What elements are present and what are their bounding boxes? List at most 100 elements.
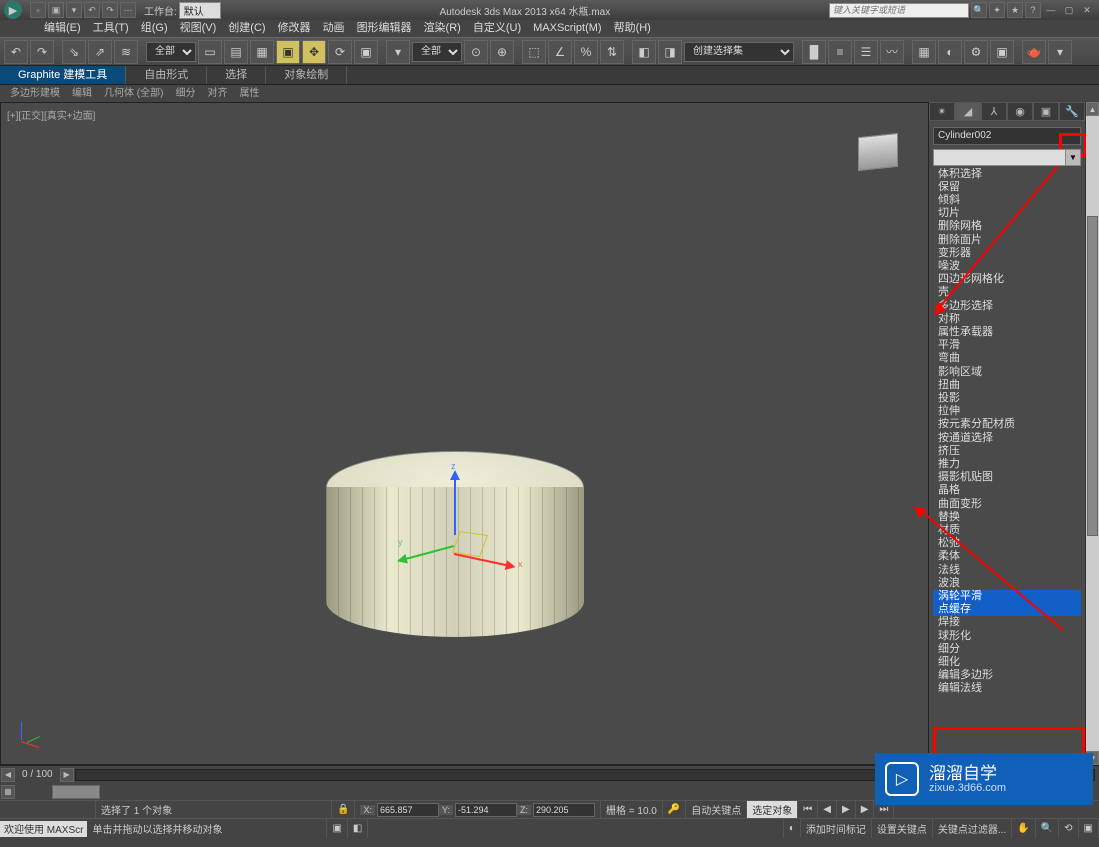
comm-center-icon[interactable]: ◧ (348, 819, 368, 838)
sub-align[interactable]: 对齐 (201, 85, 233, 102)
menu-tools[interactable]: 工具(T) (87, 20, 135, 37)
modifier-item[interactable]: 摄影机贴图 (933, 471, 1081, 484)
scroll-thumb[interactable] (1087, 216, 1098, 536)
tl-next-icon[interactable]: ▶ (60, 768, 74, 782)
curve-editor-icon[interactable]: 〰 (880, 40, 904, 64)
qat-more-icon[interactable]: ⋯ (120, 2, 136, 18)
menu-modifiers[interactable]: 修改器 (272, 20, 317, 37)
qat-open-icon[interactable]: ▣ (48, 2, 64, 18)
render-icon[interactable]: 🫖 (1022, 40, 1046, 64)
render-setup-icon[interactable]: ⚙ (964, 40, 988, 64)
lock-icon[interactable]: 🔒 (332, 801, 355, 818)
align-icon[interactable]: ≡ (828, 40, 852, 64)
menu-animation[interactable]: 动画 (317, 20, 351, 37)
tab-selection[interactable]: 选择 (207, 66, 266, 84)
viewport-label[interactable]: [+][正交][真实+边面] (7, 107, 95, 122)
menu-rendering[interactable]: 渲染(R) (418, 20, 467, 37)
modifier-item[interactable]: 挤压 (933, 445, 1081, 458)
modifier-item[interactable]: 多边形选择 (933, 300, 1081, 313)
link-icon[interactable]: ⇘ (62, 40, 86, 64)
refcoord-icon[interactable]: ▾ (386, 40, 410, 64)
menu-grapheditors[interactable]: 图形编辑器 (351, 20, 418, 37)
setkey-button[interactable]: 设置关键点 (872, 819, 933, 838)
modifier-item[interactable]: 按元素分配材质 (933, 418, 1081, 431)
modifier-item[interactable]: 按通道选择 (933, 432, 1081, 445)
help-icon[interactable]: ? (1025, 2, 1041, 18)
redo-icon[interactable]: ↷ (30, 40, 54, 64)
qat-redo-icon[interactable]: ↷ (102, 2, 118, 18)
modifier-item[interactable]: 切片 (933, 207, 1081, 220)
menu-maxscript[interactable]: MAXScript(M) (527, 20, 607, 37)
modifier-item[interactable]: 球形化 (933, 630, 1081, 643)
move-icon[interactable]: ✥ (302, 40, 326, 64)
modifier-item[interactable]: 平滑 (933, 339, 1081, 352)
modifier-item[interactable]: 属性承载器 (933, 326, 1081, 339)
menu-group[interactable]: 组(G) (135, 20, 174, 37)
render-prod-icon[interactable]: ▾ (1048, 40, 1072, 64)
qat-undo-icon[interactable]: ↶ (84, 2, 100, 18)
coord-x-field[interactable] (377, 803, 439, 817)
key-icon[interactable]: 🔑 (663, 801, 686, 818)
modifier-item[interactable]: 晶格 (933, 484, 1081, 497)
maximize-icon[interactable]: ▢ (1061, 3, 1077, 17)
scale-icon[interactable]: ▣ (354, 40, 378, 64)
select-region-icon[interactable]: ▦ (250, 40, 274, 64)
key-object-select[interactable]: 选定对象 (747, 801, 798, 818)
nav-max-icon[interactable]: ▣ (1079, 819, 1099, 838)
select-icon[interactable]: ▭ (198, 40, 222, 64)
add-time-tag[interactable]: 添加时间标记 (801, 819, 872, 838)
pivot-icon[interactable]: ⊙ (464, 40, 488, 64)
chevron-down-icon[interactable]: ▼ (1065, 150, 1080, 165)
sub-edit[interactable]: 编辑 (66, 85, 98, 102)
close-icon[interactable]: ✕ (1079, 3, 1095, 17)
modifier-item[interactable]: 对称 (933, 313, 1081, 326)
modifier-item[interactable]: 删除面片 (933, 234, 1081, 247)
modifier-item[interactable]: 柔体 (933, 550, 1081, 563)
named-sel2-icon[interactable]: ◨ (658, 40, 682, 64)
isolate-icon[interactable]: ▣ (327, 819, 347, 838)
nav-zoom-icon[interactable]: 🔍 (1036, 819, 1059, 838)
bind-icon[interactable]: ≋ (114, 40, 138, 64)
qat-new-icon[interactable]: ▫ (30, 2, 46, 18)
nav-pan-icon[interactable]: ✋ (1012, 819, 1035, 838)
mirror-icon[interactable]: ▐▌ (802, 40, 826, 64)
menu-help[interactable]: 帮助(H) (608, 20, 657, 37)
modifier-item[interactable]: 四边形网格化 (933, 273, 1081, 286)
autokey-button[interactable]: 自动关键点 (686, 801, 747, 818)
menu-views[interactable]: 视图(V) (174, 20, 223, 37)
tab-freeform[interactable]: 自由形式 (126, 66, 207, 84)
named-sel-icon[interactable]: ◧ (632, 40, 656, 64)
layers-icon[interactable]: ☰ (854, 40, 878, 64)
modifier-item[interactable]: 保留 (933, 181, 1081, 194)
coord-z-field[interactable] (533, 803, 595, 817)
cmd-tab-display-icon[interactable]: ▣ (1033, 102, 1059, 121)
modifier-item[interactable]: 材质 (933, 524, 1081, 537)
help-search-input[interactable] (829, 3, 969, 18)
panel-scrollbar[interactable]: ▲ ▼ (1085, 102, 1099, 765)
modifier-item[interactable]: 噪波 (933, 260, 1081, 273)
minimize-icon[interactable]: — (1043, 3, 1059, 17)
manip-icon[interactable]: ⊕ (490, 40, 514, 64)
tl-prev-icon[interactable]: ◀ (1, 768, 15, 782)
sub-props[interactable]: 属性 (233, 85, 265, 102)
star-icon[interactable]: ★ (1007, 2, 1023, 18)
unlink-icon[interactable]: ⇗ (88, 40, 112, 64)
modifier-item[interactable]: 扭曲 (933, 379, 1081, 392)
menu-customize[interactable]: 自定义(U) (467, 20, 527, 37)
play-icon[interactable]: ▶ (837, 801, 856, 818)
play-next-icon[interactable]: ▶ (856, 801, 875, 818)
refcoord-select[interactable]: 全部 (412, 42, 462, 62)
modifier-item[interactable]: 曲面变形 (933, 498, 1081, 511)
spinner-snap-icon[interactable]: ⇅ (600, 40, 624, 64)
modifier-item[interactable]: 推力 (933, 458, 1081, 471)
time-tag-icon[interactable]: ◐ (784, 819, 801, 838)
trackbar-range[interactable] (52, 785, 100, 799)
nav-orbit-icon[interactable]: ⟲ (1059, 819, 1078, 838)
viewcube[interactable] (854, 131, 906, 175)
named-selection-set[interactable]: 创建选择集 (684, 42, 794, 62)
menu-edit[interactable]: 编辑(E) (38, 20, 87, 37)
modifier-item[interactable]: 影响区域 (933, 366, 1081, 379)
modifier-list-dropdown[interactable]: ▼ (933, 149, 1081, 166)
selection-filter[interactable]: 全部 (146, 42, 196, 62)
tab-objectpaint[interactable]: 对象绘制 (266, 66, 347, 84)
